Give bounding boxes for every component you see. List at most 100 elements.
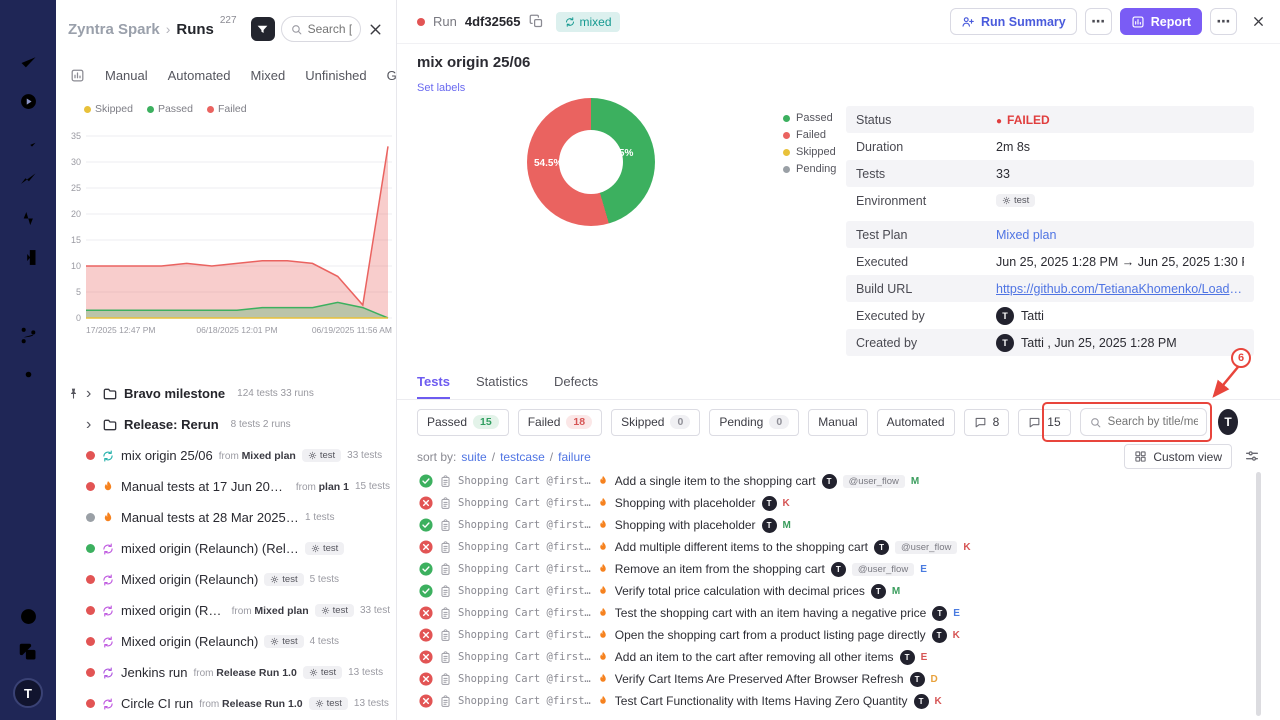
projects-icon[interactable] <box>18 642 39 663</box>
test-row[interactable]: Shopping Cart @first… Add a single item t… <box>397 470 1266 492</box>
tests-scrollbar[interactable] <box>1256 472 1261 716</box>
test-title[interactable]: Verify total price calculation with deci… <box>615 584 865 598</box>
test-tag[interactable]: @user_flow <box>852 563 914 576</box>
test-suite[interactable]: Shopping Cart @first… <box>458 607 591 619</box>
test-row[interactable]: Shopping Cart @first… Test the shopping c… <box>397 602 1266 624</box>
test-title[interactable]: Shopping with placeholder <box>615 496 756 510</box>
more-actions-button[interactable]: ⋯ <box>1085 8 1112 35</box>
test-row[interactable]: Shopping Cart @first… Open the shopping c… <box>397 624 1266 646</box>
runs-overview-icon[interactable] <box>70 68 85 83</box>
run-item[interactable]: Mixed origin (Relaunch)test5 tests <box>56 564 396 595</box>
filter-user-avatar[interactable]: T <box>1218 409 1238 435</box>
sort-by-testcase[interactable]: testcase <box>500 450 545 464</box>
run-item[interactable]: Mixed origin (Relaunch)test4 tests <box>56 626 396 657</box>
test-suite[interactable]: Shopping Cart @first… <box>458 541 591 553</box>
filter-automated-button[interactable]: Automated <box>877 409 955 436</box>
runs-tab-mixed[interactable]: Mixed <box>251 68 286 83</box>
test-row[interactable]: Shopping Cart @first… Verify total price … <box>397 580 1266 602</box>
test-suite[interactable]: Shopping Cart @first… <box>458 497 591 509</box>
run-item[interactable]: Manual tests at 28 Mar 2025 09:33 (Relau… <box>56 502 396 533</box>
run-item[interactable]: Manual tests at 17 Jun 2025 10:09from pl… <box>56 471 396 502</box>
run-item[interactable]: mixed origin (Relaunch) (Relaunch)test <box>56 533 396 564</box>
test-suite[interactable]: Shopping Cart @first… <box>458 519 591 531</box>
run-list-icon[interactable] <box>18 130 39 151</box>
close-search-icon[interactable] <box>367 21 384 38</box>
sort-by-suite[interactable]: suite <box>461 450 486 464</box>
run-item[interactable]: Jenkins runfrom Release Run 1.0test13 te… <box>56 657 396 688</box>
filter-button[interactable] <box>251 17 275 41</box>
view-settings-icon[interactable] <box>1244 448 1260 464</box>
test-suite[interactable]: Shopping Cart @first… <box>458 629 591 641</box>
filter-pending-button[interactable]: Pending0 <box>709 409 799 436</box>
chevron-right-icon[interactable]: › <box>86 386 96 402</box>
run-summary-button[interactable]: Run Summary <box>950 8 1077 35</box>
test-suite[interactable]: Shopping Cart @first… <box>458 475 591 487</box>
runs-search[interactable] <box>281 16 361 42</box>
test-title[interactable]: Verify Cart Items Are Preserved After Br… <box>615 672 904 686</box>
test-tag[interactable]: @user_flow <box>895 541 957 554</box>
test-suite[interactable]: Shopping Cart @first… <box>458 651 591 663</box>
test-suite[interactable]: Shopping Cart @first… <box>458 673 591 685</box>
test-row[interactable]: Shopping Cart @first… Add an item to the … <box>397 646 1266 668</box>
user-avatar[interactable]: T <box>13 678 43 708</box>
tab-defects[interactable]: Defects <box>554 374 598 399</box>
more-actions-button-2[interactable]: ⋯ <box>1210 8 1237 35</box>
runs-tab-manual[interactable]: Manual <box>105 68 148 83</box>
build-url-link[interactable]: https://github.com/TetianaKhomenko/Load-… <box>996 282 1244 296</box>
custom-view-button[interactable]: Custom view <box>1124 444 1232 469</box>
test-suite[interactable]: Shopping Cart @first… <box>458 695 591 707</box>
git-branch-icon[interactable] <box>18 325 39 346</box>
run-item[interactable]: Circle CI runfrom Release Run 1.0test13 … <box>56 688 396 719</box>
tab-tests[interactable]: Tests <box>417 374 450 399</box>
test-title[interactable]: Remove an item from the shopping cart <box>615 562 825 576</box>
test-suite[interactable]: Shopping Cart @first… <box>458 563 591 575</box>
activity-icon[interactable] <box>18 208 39 229</box>
menu-icon[interactable] <box>18 13 39 34</box>
test-row[interactable]: Shopping Cart @first… Test Cart Functiona… <box>397 690 1266 712</box>
test-row[interactable]: Shopping Cart @first… Shopping with place… <box>397 514 1266 536</box>
test-title[interactable]: Test Cart Functionality with Items Havin… <box>615 694 908 708</box>
test-title[interactable]: Add a single item to the shopping cart <box>615 474 816 488</box>
tab-statistics[interactable]: Statistics <box>476 374 528 399</box>
filter-skipped-button[interactable]: Skipped0 <box>611 409 700 436</box>
test-row[interactable]: Shopping Cart @first… Add multiple differ… <box>397 536 1266 558</box>
test-title[interactable]: Add multiple different items to the shop… <box>615 540 868 554</box>
run-item[interactable]: mixed origin (Relaunch)from Mixed plante… <box>56 595 396 626</box>
filter-passed-button[interactable]: Passed15 <box>417 409 509 436</box>
runs-tab-g[interactable]: G <box>387 68 396 83</box>
copy-run-id-icon[interactable] <box>529 14 544 29</box>
tests-search[interactable] <box>1080 408 1207 436</box>
test-row[interactable]: Shopping Cart @first… Shopping with place… <box>397 492 1266 514</box>
test-row[interactable]: Shopping Cart @first… Remove an item from… <box>397 558 1266 580</box>
help-icon[interactable] <box>18 606 39 627</box>
filter-manual-button[interactable]: Manual <box>808 409 867 436</box>
chevron-right-icon[interactable]: › <box>86 417 96 433</box>
runs-search-input[interactable] <box>308 22 352 36</box>
inbox-icon[interactable] <box>18 247 39 268</box>
tests-search-input[interactable] <box>1108 416 1198 428</box>
filter-failed-button[interactable]: Failed18 <box>518 409 602 436</box>
test-title[interactable]: Open the shopping cart from a product li… <box>615 628 926 642</box>
gear-icon[interactable] <box>18 364 39 385</box>
trend-icon[interactable] <box>18 169 39 190</box>
run-folder[interactable]: ›Release: Rerun8 tests 2 runs <box>56 409 396 440</box>
check-icon[interactable] <box>18 52 39 73</box>
comments-filter-button-2[interactable]: 15 <box>1018 409 1070 436</box>
test-tag[interactable]: @user_flow <box>843 475 905 488</box>
comments-filter-button-1[interactable]: 8 <box>964 409 1010 436</box>
runs-tab-automated[interactable]: Automated <box>168 68 231 83</box>
close-run-icon[interactable] <box>1251 14 1266 29</box>
test-suite[interactable]: Shopping Cart @first… <box>458 585 591 597</box>
run-item[interactable]: mix origin 25/06from Mixed plantest33 te… <box>56 440 396 471</box>
run-folder[interactable]: ›Bravo milestone124 tests 33 runs <box>56 378 396 409</box>
test-row[interactable]: Shopping Cart @first… Verify Cart Items A… <box>397 668 1266 690</box>
report-button[interactable]: Report <box>1120 8 1202 35</box>
sort-by-failure[interactable]: failure <box>558 450 591 464</box>
play-circle-icon[interactable] <box>18 91 39 112</box>
set-labels-link[interactable]: Set labels <box>417 82 465 94</box>
test-title[interactable]: Test the shopping cart with an item havi… <box>615 606 927 620</box>
test-title[interactable]: Shopping with placeholder <box>615 518 756 532</box>
test-title[interactable]: Add an item to the cart after removing a… <box>615 650 894 664</box>
runs-tab-unfinished[interactable]: Unfinished <box>305 68 366 83</box>
detail-link[interactable]: Mixed plan <box>996 228 1056 242</box>
